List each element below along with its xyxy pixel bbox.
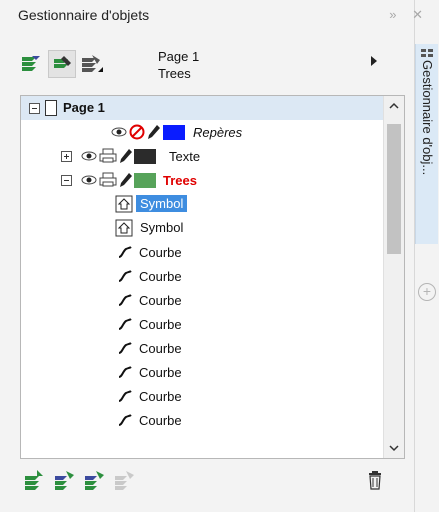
- tree-row-page[interactable]: Page 1: [21, 96, 383, 120]
- curve-icon: [118, 318, 132, 330]
- curve-icon: [118, 366, 132, 378]
- object-label: Courbe: [139, 269, 182, 284]
- tree-row-layer[interactable]: Repères: [21, 120, 383, 144]
- titlebar-controls: » ✕: [389, 7, 429, 23]
- object-label: Courbe: [139, 389, 182, 404]
- scroll-up-icon[interactable]: [384, 96, 404, 116]
- eye-icon[interactable]: [81, 149, 97, 163]
- tree-row-object[interactable]: Courbe: [21, 408, 383, 432]
- tree-row-object[interactable]: Courbe: [21, 312, 383, 336]
- symbol-icon: [115, 219, 133, 237]
- curve-icon: [118, 294, 132, 306]
- collapse-icon[interactable]: [61, 175, 72, 186]
- tree-row-object[interactable]: Courbe: [21, 288, 383, 312]
- printer-icon[interactable]: [99, 172, 117, 188]
- symbol-icon: [115, 195, 133, 213]
- layer-color-swatch[interactable]: [134, 173, 156, 188]
- object-label: Symbol: [140, 220, 184, 235]
- trash-icon[interactable]: [363, 468, 387, 492]
- collapse-icon[interactable]: »: [389, 7, 402, 22]
- tree-row-layer-active[interactable]: Trees: [21, 168, 383, 192]
- bottom-toolbar: [18, 462, 406, 498]
- options-arrow-icon[interactable]: [371, 56, 377, 66]
- object-label: Courbe: [139, 245, 182, 260]
- curve-icon: [118, 414, 132, 426]
- object-manager-panel: Gestionnaire d'objets » ✕ Page 1 Trees P…: [0, 0, 423, 512]
- top-toolbar: Page 1 Trees: [18, 40, 406, 92]
- panel-titlebar: Gestionnaire d'objets » ✕: [0, 0, 439, 30]
- curve-icon: [118, 270, 132, 282]
- tree-row-object[interactable]: Courbe: [21, 336, 383, 360]
- tree-row-object[interactable]: Symbol: [21, 216, 383, 240]
- add-docker-icon[interactable]: +: [418, 283, 436, 301]
- tree-row-object[interactable]: Courbe: [21, 360, 383, 384]
- panel-title: Gestionnaire d'objets: [18, 7, 150, 23]
- new-master-layer-icon[interactable]: [52, 468, 76, 492]
- object-label: Courbe: [139, 413, 182, 428]
- scroll-down-icon[interactable]: [384, 438, 404, 458]
- eye-icon[interactable]: [81, 173, 97, 187]
- collapse-icon[interactable]: [29, 103, 40, 114]
- object-label: Courbe: [139, 317, 182, 332]
- page-icon: [45, 100, 57, 116]
- current-page-name: Page 1: [158, 49, 200, 64]
- expand-icon[interactable]: [61, 151, 72, 162]
- tree-row-object[interactable]: Courbe: [21, 264, 383, 288]
- edit-across-layers-icon[interactable]: [48, 50, 76, 78]
- new-layer-icon[interactable]: [22, 468, 46, 492]
- tree-row-object[interactable]: Courbe: [21, 384, 383, 408]
- page-label: Page 1: [63, 100, 105, 115]
- object-label: Courbe: [139, 365, 182, 380]
- new-master-layer-even-icon: [112, 468, 136, 492]
- curve-icon: [118, 390, 132, 402]
- eye-icon[interactable]: [111, 125, 127, 139]
- layer-label: Trees: [163, 173, 197, 188]
- new-master-layer-odd-icon[interactable]: [82, 468, 106, 492]
- printer-icon[interactable]: [99, 148, 117, 164]
- layer-color-swatch[interactable]: [134, 149, 156, 164]
- no-print-icon[interactable]: [129, 124, 145, 140]
- object-label: Courbe: [139, 293, 182, 308]
- layer-properties-icon[interactable]: [18, 50, 44, 76]
- object-tree: Page 1 Repères Texte Trees Symbol Symbol…: [20, 95, 405, 459]
- object-tree-content: Page 1 Repères Texte Trees Symbol Symbol…: [21, 96, 383, 458]
- curve-icon: [118, 246, 132, 258]
- pencil-icon[interactable]: [147, 124, 161, 140]
- scrollbar-thumb[interactable]: [387, 124, 401, 254]
- docker-side-tab[interactable]: Gestionnaire d'obj...: [415, 44, 438, 244]
- layer-label: Repères: [193, 125, 243, 140]
- pencil-icon[interactable]: [119, 172, 133, 188]
- close-icon[interactable]: ✕: [412, 7, 429, 22]
- object-label: Courbe: [139, 341, 182, 356]
- curve-icon: [118, 342, 132, 354]
- layer-label: Texte: [169, 149, 201, 164]
- vertical-scrollbar[interactable]: [383, 96, 404, 458]
- current-layer-name: Trees: [158, 66, 191, 81]
- object-label-selected: Symbol: [136, 195, 188, 212]
- tree-row-object[interactable]: Symbol: [21, 192, 383, 216]
- layer-manager-view-icon[interactable]: [78, 50, 104, 76]
- layer-color-swatch[interactable]: [163, 125, 185, 140]
- side-tab-label: Gestionnaire d'obj...: [420, 60, 435, 176]
- tree-row-layer[interactable]: Texte: [21, 144, 383, 168]
- tree-row-object[interactable]: Courbe: [21, 240, 383, 264]
- current-page-layer-label: Page 1 Trees: [158, 48, 199, 82]
- pencil-icon[interactable]: [119, 148, 133, 164]
- object-manager-tab-icon: [421, 49, 433, 57]
